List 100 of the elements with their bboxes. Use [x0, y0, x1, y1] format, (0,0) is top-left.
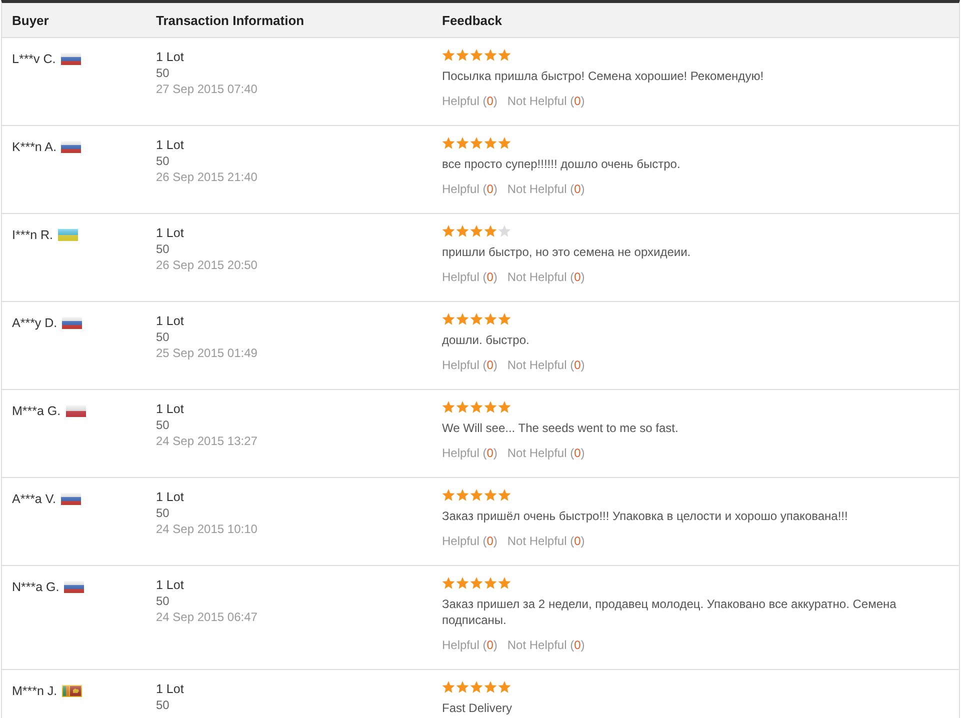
- vote-link[interactable]: Not Helpful (0): [507, 93, 585, 109]
- feedback-text: Посылка пришла быстро! Семена хорошие! Рекомендую!: [442, 68, 765, 84]
- flag-icon: [61, 493, 82, 505]
- quantity-text: 1 Lot: [156, 489, 185, 505]
- flag-icon: [66, 405, 86, 417]
- star-icon: [442, 48, 455, 62]
- star-icon: [498, 576, 511, 590]
- vote-link[interactable]: Helpful (0): [442, 93, 498, 109]
- flag-icon: [61, 141, 82, 153]
- option-text: 50: [156, 153, 170, 169]
- quantity-text: 1 Lot: [156, 49, 185, 65]
- star-icon: [442, 680, 455, 694]
- star-icon: [484, 488, 497, 502]
- star-icon: [456, 224, 469, 238]
- star-icon: [498, 312, 511, 326]
- buyer-name: L***v C.: [12, 51, 56, 68]
- star-icon: [470, 576, 483, 590]
- star-icon: [498, 48, 511, 62]
- flag-icon: [60, 53, 81, 65]
- star-icon: [470, 136, 483, 150]
- column-header: Buyer: [12, 12, 49, 28]
- star-icon: [484, 136, 497, 150]
- feedback-text: Fast Delivery: [442, 700, 514, 716]
- star-icon: [498, 224, 511, 238]
- star-icon: [456, 136, 469, 150]
- star-icon: [484, 224, 497, 238]
- star-icon: [484, 400, 497, 414]
- star-icon: [470, 312, 483, 326]
- feedback-text: все просто супер!!!!!! дошло очень быстро.: [442, 156, 682, 172]
- star-icon: [484, 576, 497, 590]
- quantity-text: 1 Lot: [156, 401, 185, 417]
- star-icon: [484, 312, 497, 326]
- star-icon: [470, 680, 483, 694]
- vote-link[interactable]: Not Helpful (0): [507, 445, 585, 461]
- option-text: 50: [156, 697, 170, 713]
- star-icon: [498, 136, 511, 150]
- vote-link[interactable]: Not Helpful (0): [507, 533, 585, 549]
- vote-link[interactable]: Helpful (0): [442, 533, 498, 549]
- date-text: 25 Sep 2015 01:49: [156, 345, 258, 361]
- date-text: 26 Sep 2015 20:50: [156, 257, 258, 273]
- column-header: Feedback: [442, 12, 502, 28]
- date-text: 24 Sep 2015 13:27: [156, 433, 258, 449]
- star-icon: [456, 312, 469, 326]
- flag-icon: [58, 229, 78, 241]
- date-text: 24 Sep 2015 06:47: [156, 609, 258, 625]
- flag-icon: [64, 581, 84, 593]
- buyer-name: M***a G.: [12, 403, 61, 420]
- quantity-text: 1 Lot: [156, 313, 185, 329]
- star-icon: [470, 488, 483, 502]
- option-text: 50: [156, 593, 170, 609]
- vote-link[interactable]: Not Helpful (0): [507, 269, 585, 285]
- feedback-text: Заказ пришел за 2 недели, продавец молодец. Упаковано все аккуратно. Семена подписаны.: [442, 596, 898, 628]
- buyer-name: M***n J.: [12, 683, 58, 700]
- feedback-text: We Will see... The seeds went to me so fast.: [442, 420, 680, 436]
- star-icon: [456, 680, 469, 694]
- star-icon: [442, 312, 455, 326]
- buyer-name: N***a G.: [12, 579, 60, 596]
- star-icon: [442, 576, 455, 590]
- star-icon: [442, 136, 455, 150]
- option-text: 50: [156, 505, 170, 521]
- column-header: Transaction Information: [156, 12, 304, 28]
- star-icon: [456, 576, 469, 590]
- star-icon: [498, 488, 511, 502]
- star-icon: [442, 224, 455, 238]
- vote-link[interactable]: Helpful (0): [442, 357, 498, 373]
- option-text: 50: [156, 329, 170, 345]
- quantity-text: 1 Lot: [156, 577, 185, 593]
- date-text: 24 Sep 2015 10:10: [156, 521, 258, 537]
- feedback-text: Заказ пришёл очень быстро!!! Упаковка в целости и хорошо упакована!!!: [442, 508, 849, 524]
- star-icon: [456, 400, 469, 414]
- vote-link[interactable]: Not Helpful (0): [507, 637, 585, 653]
- vote-link[interactable]: Not Helpful (0): [507, 357, 585, 373]
- feedback-text: пришли быстро, но это семена не орхидеии.: [442, 244, 692, 260]
- star-icon: [442, 488, 455, 502]
- star-icon: [470, 224, 483, 238]
- quantity-text: 1 Lot: [156, 225, 185, 241]
- vote-link[interactable]: Helpful (0): [442, 181, 498, 197]
- star-icon: [484, 680, 497, 694]
- vote-link[interactable]: Helpful (0): [442, 269, 498, 285]
- star-icon: [456, 48, 469, 62]
- star-icon: [470, 48, 483, 62]
- option-text: 50: [156, 417, 170, 433]
- quantity-text: 1 Lot: [156, 681, 185, 697]
- buyer-name: K***n A.: [12, 139, 56, 156]
- star-icon: [456, 488, 469, 502]
- vote-link[interactable]: Helpful (0): [442, 637, 498, 653]
- option-text: 50: [156, 241, 170, 257]
- star-icon: [498, 400, 511, 414]
- quantity-text: 1 Lot: [156, 137, 185, 153]
- star-icon: [442, 400, 455, 414]
- star-icon: [484, 48, 497, 62]
- date-text: 26 Sep 2015 21:40: [156, 169, 258, 185]
- flag-icon: [62, 317, 82, 329]
- flag-icon: [62, 685, 82, 697]
- buyer-name: I***n R.: [12, 227, 53, 244]
- vote-link[interactable]: Not Helpful (0): [507, 181, 585, 197]
- buyer-name: A***y D.: [12, 315, 58, 332]
- option-text: 50: [156, 65, 170, 81]
- star-icon: [470, 400, 483, 414]
- vote-link[interactable]: Helpful (0): [442, 445, 498, 461]
